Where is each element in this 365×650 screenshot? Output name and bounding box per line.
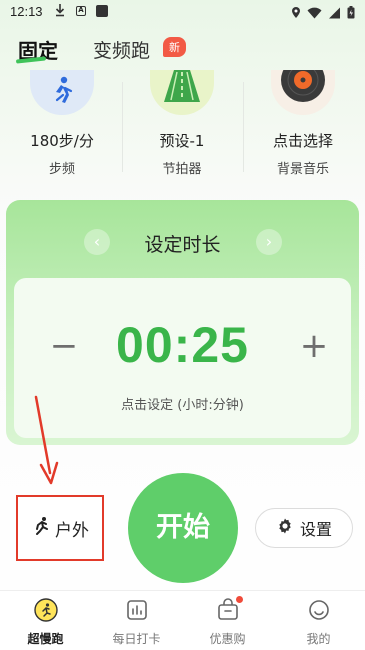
tool-metronome[interactable]: 预设-1 节拍器 (122, 70, 242, 185)
tool-background-music[interactable]: 点击选择 背景音乐 (243, 70, 363, 185)
chevron-right-icon[interactable]: › (256, 229, 282, 255)
tool-cadence[interactable]: 180步/分 步频 (2, 70, 122, 185)
download-icon (55, 3, 65, 20)
app-notification-icon (96, 5, 108, 17)
music-label: 背景音乐 (276, 162, 329, 177)
status-bar: 12:13 A (0, 0, 365, 24)
vinyl-record-icon (271, 70, 335, 115)
start-button[interactable]: 开始 (128, 473, 238, 583)
status-time: 12:13 (10, 4, 43, 19)
nav-label: 我的 (306, 632, 331, 646)
nav-label: 优惠购 (209, 632, 246, 646)
location-icon (291, 4, 301, 23)
wifi-icon (307, 4, 322, 23)
annotation-arrow (34, 395, 59, 485)
nav-item-me[interactable]: 我的 (273, 597, 364, 647)
settings-button[interactable]: 设置 (255, 508, 353, 548)
font-notification-icon: A (76, 6, 86, 16)
increase-button[interactable]: + (294, 328, 334, 368)
smiley-profile-icon (306, 597, 332, 623)
settings-label: 设置 (299, 520, 332, 539)
cadence-value: 180步/分 (30, 132, 94, 150)
track-icon (150, 70, 214, 115)
nav-label: 每日打卡 (112, 632, 161, 646)
outdoor-label: 户外 (55, 520, 89, 541)
bar-chart-icon (124, 597, 150, 623)
nav-item-super-slow-run[interactable]: 超慢跑 (0, 597, 91, 647)
shopping-bag-icon (215, 596, 243, 623)
runner-icon (31, 516, 51, 540)
gear-icon (276, 517, 294, 539)
outdoor-button[interactable]: 户外 (16, 495, 104, 561)
signal-icon (328, 4, 341, 23)
running-figure-icon (30, 70, 94, 115)
slow-run-icon (33, 597, 59, 623)
metronome-value: 预设-1 (159, 132, 205, 150)
new-badge: 新 (163, 37, 186, 57)
music-value: 点击选择 (272, 132, 333, 150)
bottom-nav: 超慢跑 每日打卡 优惠购 我的 (0, 590, 365, 650)
metronome-label: 节拍器 (162, 162, 202, 177)
timer-title: 设定时长 (144, 234, 221, 256)
nav-item-daily-checkin[interactable]: 每日打卡 (91, 597, 182, 647)
status-icons (291, 4, 355, 23)
notification-dot (235, 596, 243, 603)
nav-item-deals[interactable]: 优惠购 (182, 596, 273, 647)
battery-icon (347, 4, 355, 23)
nav-label: 超慢跑 (27, 632, 64, 646)
tab-variable-frequency[interactable]: 变频跑 (93, 36, 150, 63)
cadence-label: 步频 (48, 162, 75, 177)
